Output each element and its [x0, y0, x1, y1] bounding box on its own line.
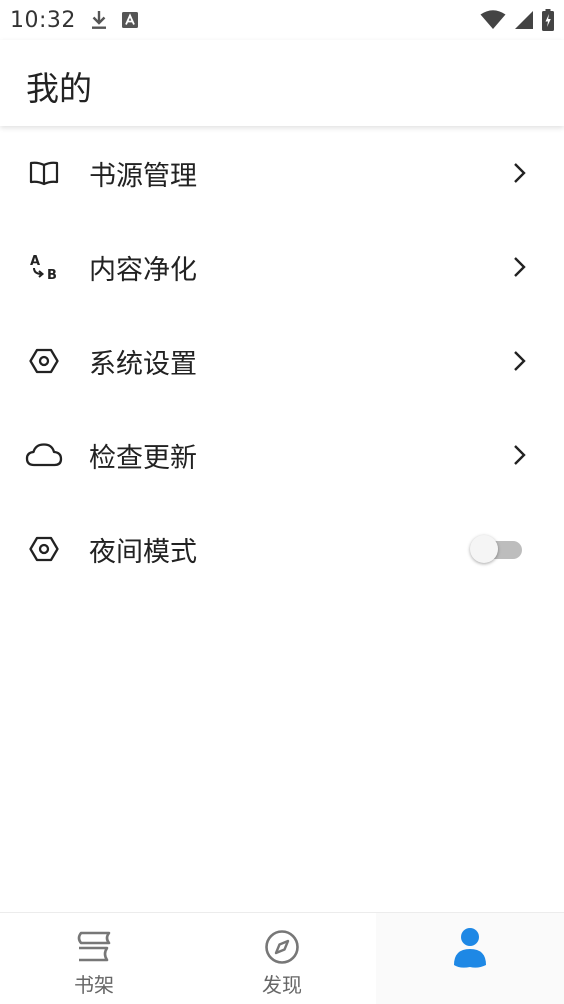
menu-item-label: 内容净化	[89, 254, 197, 286]
battery-charging-icon	[542, 9, 554, 31]
chevron-right-icon	[508, 443, 532, 467]
person-icon	[450, 927, 490, 968]
menu-item-label: 书源管理	[89, 160, 197, 192]
compass-icon	[262, 927, 302, 967]
chevron-right-icon	[508, 161, 532, 185]
menu-item-label: 夜间模式	[89, 536, 197, 568]
menu-list: 书源管理 A B 内容净化 系统设置 检查更新 夜间模式	[0, 126, 564, 596]
menu-item-night-mode[interactable]: 夜间模式	[0, 502, 564, 596]
status-left: 10:32	[10, 8, 138, 33]
nav-item-mine[interactable]	[376, 913, 564, 1004]
hexagon-settings-icon	[25, 342, 63, 380]
page-title: 我的	[26, 69, 92, 108]
wifi-icon	[480, 10, 506, 30]
bookshelf-icon	[74, 927, 114, 967]
chevron-right-icon	[508, 349, 532, 373]
hexagon-settings-icon	[25, 530, 63, 568]
cloud-icon	[25, 436, 63, 474]
chevron-right-icon	[508, 255, 532, 279]
text-replace-icon: A B	[25, 248, 63, 286]
menu-item-label: 检查更新	[89, 442, 197, 474]
svg-text:B: B	[47, 268, 57, 282]
nav-item-bookshelf[interactable]: 书架	[0, 913, 188, 1004]
status-right	[480, 9, 554, 31]
menu-item-content-purify[interactable]: A B 内容净化	[0, 220, 564, 314]
menu-item-system-settings[interactable]: 系统设置	[0, 314, 564, 408]
signal-icon	[514, 10, 534, 30]
bottom-nav: 书架 发现	[0, 912, 564, 1004]
status-bar: 10:32	[0, 0, 564, 40]
menu-item-book-source[interactable]: 书源管理	[0, 126, 564, 220]
nav-label: 书架	[74, 973, 114, 997]
text-notification-icon	[121, 12, 138, 28]
toggle-thumb	[470, 535, 498, 563]
svg-text:A: A	[30, 254, 40, 269]
nav-item-discover[interactable]: 发现	[188, 913, 376, 1004]
screen: 10:32 我的 书源管理 A B 内容净化 系统设置 检查更新 夜间模式 书架…	[0, 0, 564, 1004]
status-time: 10:32	[10, 7, 76, 33]
book-open-icon	[25, 154, 63, 192]
nav-label: 发现	[262, 973, 302, 997]
night-mode-toggle[interactable]	[470, 534, 524, 564]
download-icon	[90, 9, 108, 31]
menu-item-label: 系统设置	[89, 348, 197, 380]
app-bar: 我的	[0, 40, 564, 126]
menu-item-check-update[interactable]: 检查更新	[0, 408, 564, 502]
